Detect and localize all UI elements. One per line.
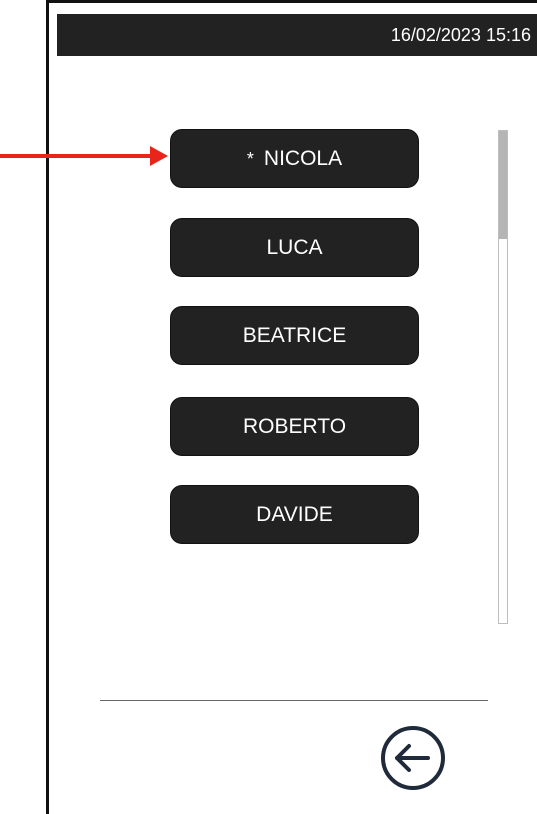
user-button-beatrice[interactable]: BEATRICE [170,306,419,365]
user-button-label: NICOLA [263,146,343,170]
red-arrow-head [150,146,168,166]
user-button-label: ROBERTO [242,414,347,438]
user-button-davide[interactable]: DAVIDE [170,485,419,544]
favorite-star-icon: * [246,149,254,169]
divider [100,700,488,701]
screen: 16/02/2023 15:16 * NICOLA LUCA BEATRICE … [0,0,537,814]
user-button-nicola[interactable]: * NICOLA [170,129,419,188]
user-button-roberto[interactable]: ROBERTO [170,397,419,456]
user-button-luca[interactable]: LUCA [170,218,419,277]
red-arrow-shaft [0,154,152,158]
back-button[interactable] [380,725,446,791]
user-button-label: BEATRICE [242,323,347,347]
scrollbar-thumb[interactable] [499,131,507,239]
user-button-label: DAVIDE [256,502,333,526]
arrow-left-circle-icon [381,726,445,790]
user-list: * NICOLA LUCA BEATRICE ROBERTO DAVIDE [0,0,537,650]
user-button-label: LUCA [266,235,323,259]
list-scrollbar[interactable] [498,130,508,624]
